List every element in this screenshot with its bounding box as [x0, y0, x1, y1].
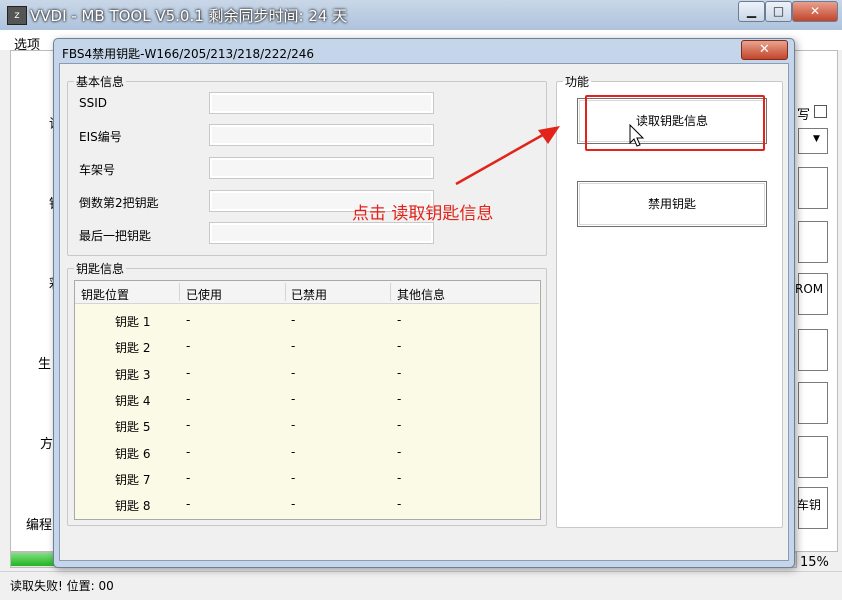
key-position-cell: 钥匙 4	[115, 393, 151, 408]
key-position-cell: 钥匙 1	[115, 315, 151, 329]
disable-key-button[interactable]: 禁用钥匙	[577, 181, 767, 227]
side-button[interactable]	[798, 167, 828, 209]
key-position-cell: 钥匙 6	[115, 446, 151, 461]
last-key-field[interactable]	[209, 222, 434, 244]
write-checkbox-label: 写	[797, 108, 811, 123]
disabled-cell: -	[291, 470, 296, 485]
dialog-title: FBS4禁用钥匙-W166/205/213/218/222/246	[62, 47, 315, 61]
side-label: 生	[38, 357, 52, 372]
disabled-cell: -	[291, 418, 296, 433]
app-logo-icon: z	[7, 6, 27, 25]
progress-percent: 15%	[800, 555, 829, 570]
side-label: 方	[40, 437, 54, 452]
key-info-legend: 钥匙信息	[76, 262, 125, 276]
other-info-cell: -	[397, 313, 402, 327]
used-cell: -	[186, 418, 191, 433]
mouse-cursor-icon	[629, 124, 645, 147]
used-cell: -	[186, 365, 191, 380]
key-position-cell: 钥匙 5	[115, 420, 151, 435]
main-window-title: VVDI - MB TOOL V5.0.1 剩余同步时间: 24 天	[30, 7, 348, 25]
basic-info-legend: 基本信息	[76, 75, 125, 89]
close-window-button[interactable]: ✕	[792, 1, 838, 22]
car-key-label: 车钥	[797, 498, 822, 512]
car-key-button[interactable]: 车钥	[797, 487, 828, 529]
rom-label: ROM	[795, 282, 824, 296]
disabled-cell: -	[291, 444, 296, 459]
disabled-cell: -	[291, 391, 296, 406]
other-info-cell: -	[397, 339, 402, 354]
used-cell: -	[186, 391, 191, 406]
used-cell: -	[186, 444, 191, 459]
write-checkbox[interactable]	[814, 105, 827, 118]
maximize-button[interactable]: □	[765, 1, 792, 22]
minimize-button[interactable]: ▁	[738, 1, 765, 22]
highlight-box	[585, 95, 765, 151]
key-position-cell: 钥匙 2	[115, 341, 151, 356]
last-key-label: 最后一把钥匙	[79, 229, 152, 243]
dialog-close-button[interactable]: ✕	[741, 40, 788, 60]
ssid-field[interactable]	[209, 92, 434, 114]
used-cell: -	[186, 470, 191, 485]
used-cell: -	[186, 339, 191, 354]
other-info-cell: -	[397, 391, 402, 406]
status-text: 读取失败! 位置: 00	[10, 579, 114, 593]
column-header-disabled[interactable]: 已禁用	[291, 286, 327, 303]
side-label: 编程	[26, 518, 53, 533]
side-button[interactable]	[798, 221, 828, 263]
other-info-cell: -	[397, 470, 402, 485]
status-bar	[0, 571, 842, 600]
column-separator	[285, 283, 286, 301]
second-last-key-label: 倒数第2把钥匙	[79, 196, 159, 210]
column-header-other-info[interactable]: 其他信息	[397, 286, 445, 303]
used-cell: -	[186, 313, 191, 327]
vin-field[interactable]	[209, 157, 434, 179]
annotation-arrow-icon	[455, 126, 560, 186]
function-legend: 功能	[565, 75, 590, 89]
key-position-cell: 钥匙 3	[115, 367, 151, 382]
eis-number-label: EIS编号	[79, 130, 122, 144]
key-position-cell: 钥匙 7	[115, 472, 151, 487]
side-button[interactable]	[798, 436, 828, 478]
key-position-cell: 钥匙 8	[115, 499, 151, 514]
disabled-cell: -	[291, 313, 296, 327]
vin-label: 车架号	[79, 163, 116, 177]
column-separator	[179, 283, 180, 301]
used-cell: -	[186, 497, 191, 512]
disabled-cell: -	[291, 365, 296, 380]
side-button[interactable]	[798, 382, 828, 424]
column-separator	[390, 283, 391, 301]
other-info-cell: -	[397, 444, 402, 459]
combo-box[interactable]: ▼	[798, 128, 828, 154]
other-info-cell: -	[397, 497, 402, 512]
column-header-key-position[interactable]: 钥匙位置	[81, 286, 129, 303]
rom-button[interactable]: ROM	[795, 273, 828, 315]
column-header-used[interactable]: 已使用	[186, 286, 222, 303]
chevron-down-icon: ▼	[813, 134, 820, 144]
eis-number-field[interactable]	[209, 124, 434, 146]
side-button[interactable]	[798, 329, 828, 371]
other-info-cell: -	[397, 365, 402, 380]
disabled-cell: -	[291, 339, 296, 354]
disabled-cell: -	[291, 497, 296, 512]
annotation-text: 点击 读取钥匙信息	[352, 204, 494, 224]
other-info-cell: -	[397, 418, 402, 433]
ssid-label: SSID	[79, 96, 108, 110]
